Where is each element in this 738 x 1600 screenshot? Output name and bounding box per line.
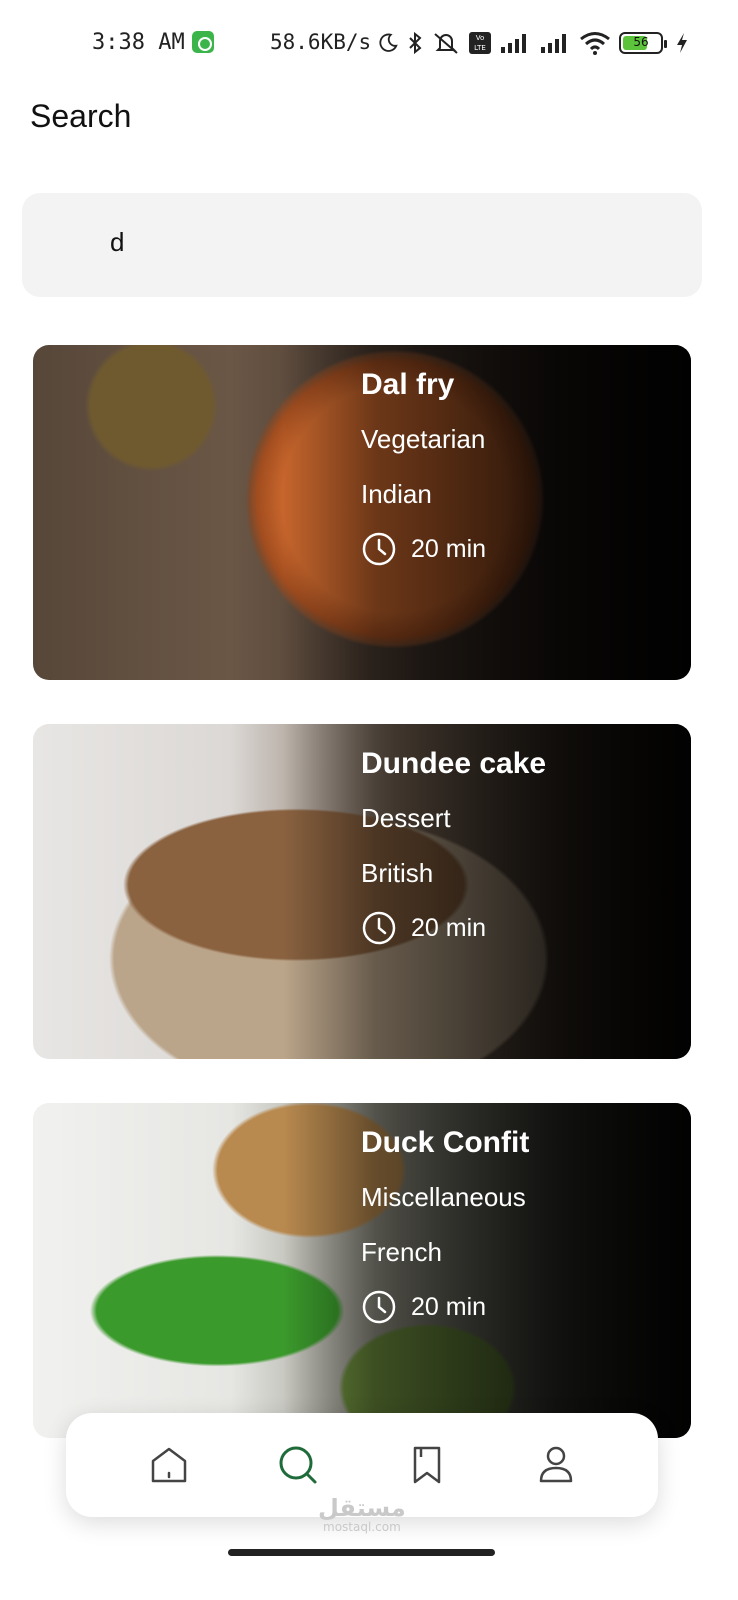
recipe-info: Dundee cake Dessert British 20 min	[361, 746, 546, 946]
wifi-icon	[580, 32, 610, 55]
network-speed: 58.6KB/s	[270, 30, 372, 54]
recipe-title: Dal fry	[361, 368, 455, 401]
recipe-time-row: 20 min	[361, 910, 546, 946]
recipe-category: Vegetarian	[361, 424, 486, 454]
recipe-time: 20 min	[411, 534, 487, 563]
recipe-cuisine: British	[361, 858, 434, 888]
profile-icon	[539, 1446, 572, 1483]
recipe-info: Duck Confit Miscellaneous French 20 min	[361, 1125, 529, 1325]
app-notification-icon	[192, 31, 214, 53]
watermark: مستقل mostaql.com	[318, 1494, 406, 1534]
clock-icon	[362, 911, 396, 945]
recipe-title: Duck Confit	[361, 1126, 530, 1159]
bluetooth-icon	[409, 31, 422, 55]
recipe-title: Dundee cake	[361, 747, 547, 780]
search-icon	[279, 1446, 316, 1484]
status-icons: Vo LTE 56	[377, 28, 689, 58]
battery-icon: 56	[619, 32, 667, 54]
mute-bell-icon	[434, 33, 458, 54]
recipe-category: Miscellaneous	[361, 1182, 526, 1212]
signal-icon-2	[541, 34, 566, 53]
search-input-value: d	[110, 227, 125, 257]
signal-icon	[501, 34, 526, 53]
watermark-arabic: مستقل	[318, 1494, 406, 1522]
recipe-cuisine: Indian	[361, 479, 432, 509]
recipe-card-dal-fry[interactable]: Dal fry Vegetarian Indian 20 min	[33, 345, 691, 680]
status-time: 3:38 AM	[92, 30, 185, 55]
nav-home[interactable]	[139, 1435, 199, 1495]
recipe-time-row: 20 min	[361, 531, 486, 567]
charging-bolt-icon	[677, 33, 687, 53]
nav-bookmarks[interactable]	[397, 1435, 457, 1495]
recipe-time: 20 min	[411, 1292, 487, 1321]
recipe-card-dundee-cake[interactable]: Dundee cake Dessert British 20 min	[33, 724, 691, 1059]
search-input[interactable]: d	[22, 193, 702, 297]
clock-icon	[362, 1290, 396, 1324]
battery-level: 56	[633, 35, 649, 49]
watermark-latin: mostaql.com	[323, 1520, 401, 1534]
page-title: Search	[30, 98, 132, 134]
bookmark-icon	[413, 1446, 440, 1484]
nav-search[interactable]	[268, 1435, 328, 1495]
clock-icon	[362, 532, 396, 566]
recipe-card-duck-confit[interactable]: Duck Confit Miscellaneous French 20 min	[33, 1103, 691, 1438]
recipe-cuisine: French	[361, 1237, 442, 1267]
nav-profile[interactable]	[526, 1435, 586, 1495]
recipe-category: Dessert	[361, 803, 451, 833]
status-bar: 3:38 AM 58.6KB/s Vo LTE 56	[0, 0, 738, 86]
recipe-time: 20 min	[411, 913, 487, 942]
recipe-info: Dal fry Vegetarian Indian 20 min	[361, 367, 486, 567]
moon-icon	[379, 33, 398, 52]
volte-icon: Vo LTE	[469, 32, 491, 54]
home-indicator[interactable]	[228, 1549, 495, 1556]
home-icon	[151, 1447, 186, 1483]
search-screen: 3:38 AM 58.6KB/s Vo LTE 56 Search d Dal …	[0, 0, 738, 1600]
recipe-time-row: 20 min	[361, 1289, 529, 1325]
